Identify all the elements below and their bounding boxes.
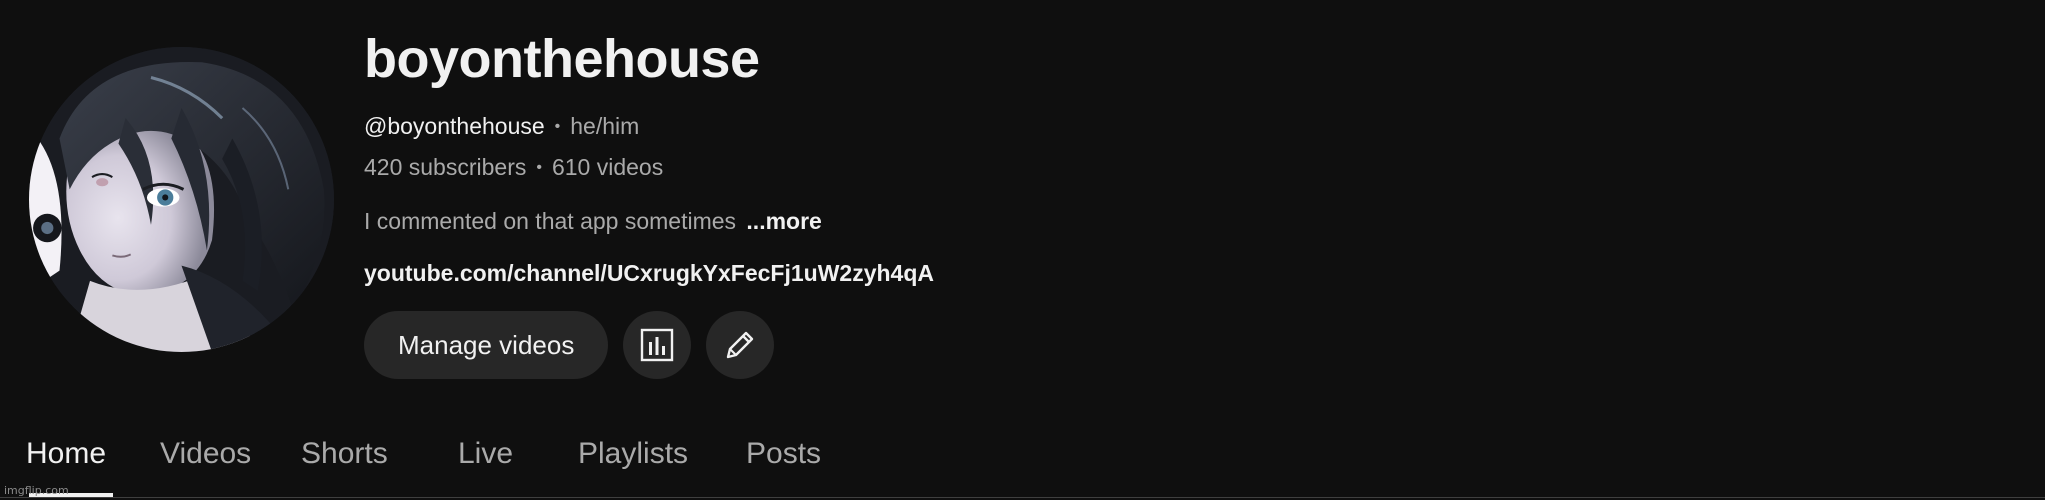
tab-shorts[interactable]: Shorts	[301, 437, 388, 471]
separator-dot: •	[536, 159, 542, 176]
channel-description[interactable]: I commented on that app sometimes ...mor…	[364, 208, 822, 235]
avatar-illustration	[29, 47, 334, 352]
tab-home[interactable]: Home	[26, 437, 106, 471]
channel-url-link[interactable]: youtube.com/channel/UCxrugkYxFecFj1uW2zy…	[364, 260, 934, 287]
handle-row: @boyonthehouse • he/him	[364, 113, 639, 140]
analytics-button[interactable]	[623, 311, 692, 379]
pronouns: he/him	[570, 113, 640, 139]
subscriber-count: 420 subscribers	[364, 154, 527, 180]
tab-live[interactable]: Live	[458, 437, 513, 471]
channel-actions: Manage videos	[364, 311, 775, 379]
tab-videos[interactable]: Videos	[160, 437, 251, 471]
description-text: I commented on that app sometimes	[364, 208, 737, 234]
channel-tabs: Home Videos Shorts Live Playlists Posts	[0, 420, 2045, 500]
edit-channel-button[interactable]	[706, 311, 775, 379]
tabs-divider	[0, 497, 2045, 498]
video-count: 610 videos	[551, 154, 664, 180]
channel-avatar[interactable]	[29, 47, 334, 352]
stats-row: 420 subscribers • 610 videos	[364, 154, 663, 181]
pencil-icon	[727, 331, 754, 359]
channel-handle: @boyonthehouse	[364, 113, 545, 139]
watermark: imgflip.com	[4, 484, 69, 497]
tab-posts[interactable]: Posts	[746, 437, 821, 471]
separator-dot: •	[554, 118, 561, 135]
channel-name: boyonthehouse	[364, 29, 760, 89]
tab-playlists[interactable]: Playlists	[578, 437, 688, 471]
more-link[interactable]: ...more	[746, 208, 821, 234]
analytics-chart-icon	[641, 328, 674, 362]
manage-videos-button[interactable]: Manage videos	[364, 311, 609, 379]
